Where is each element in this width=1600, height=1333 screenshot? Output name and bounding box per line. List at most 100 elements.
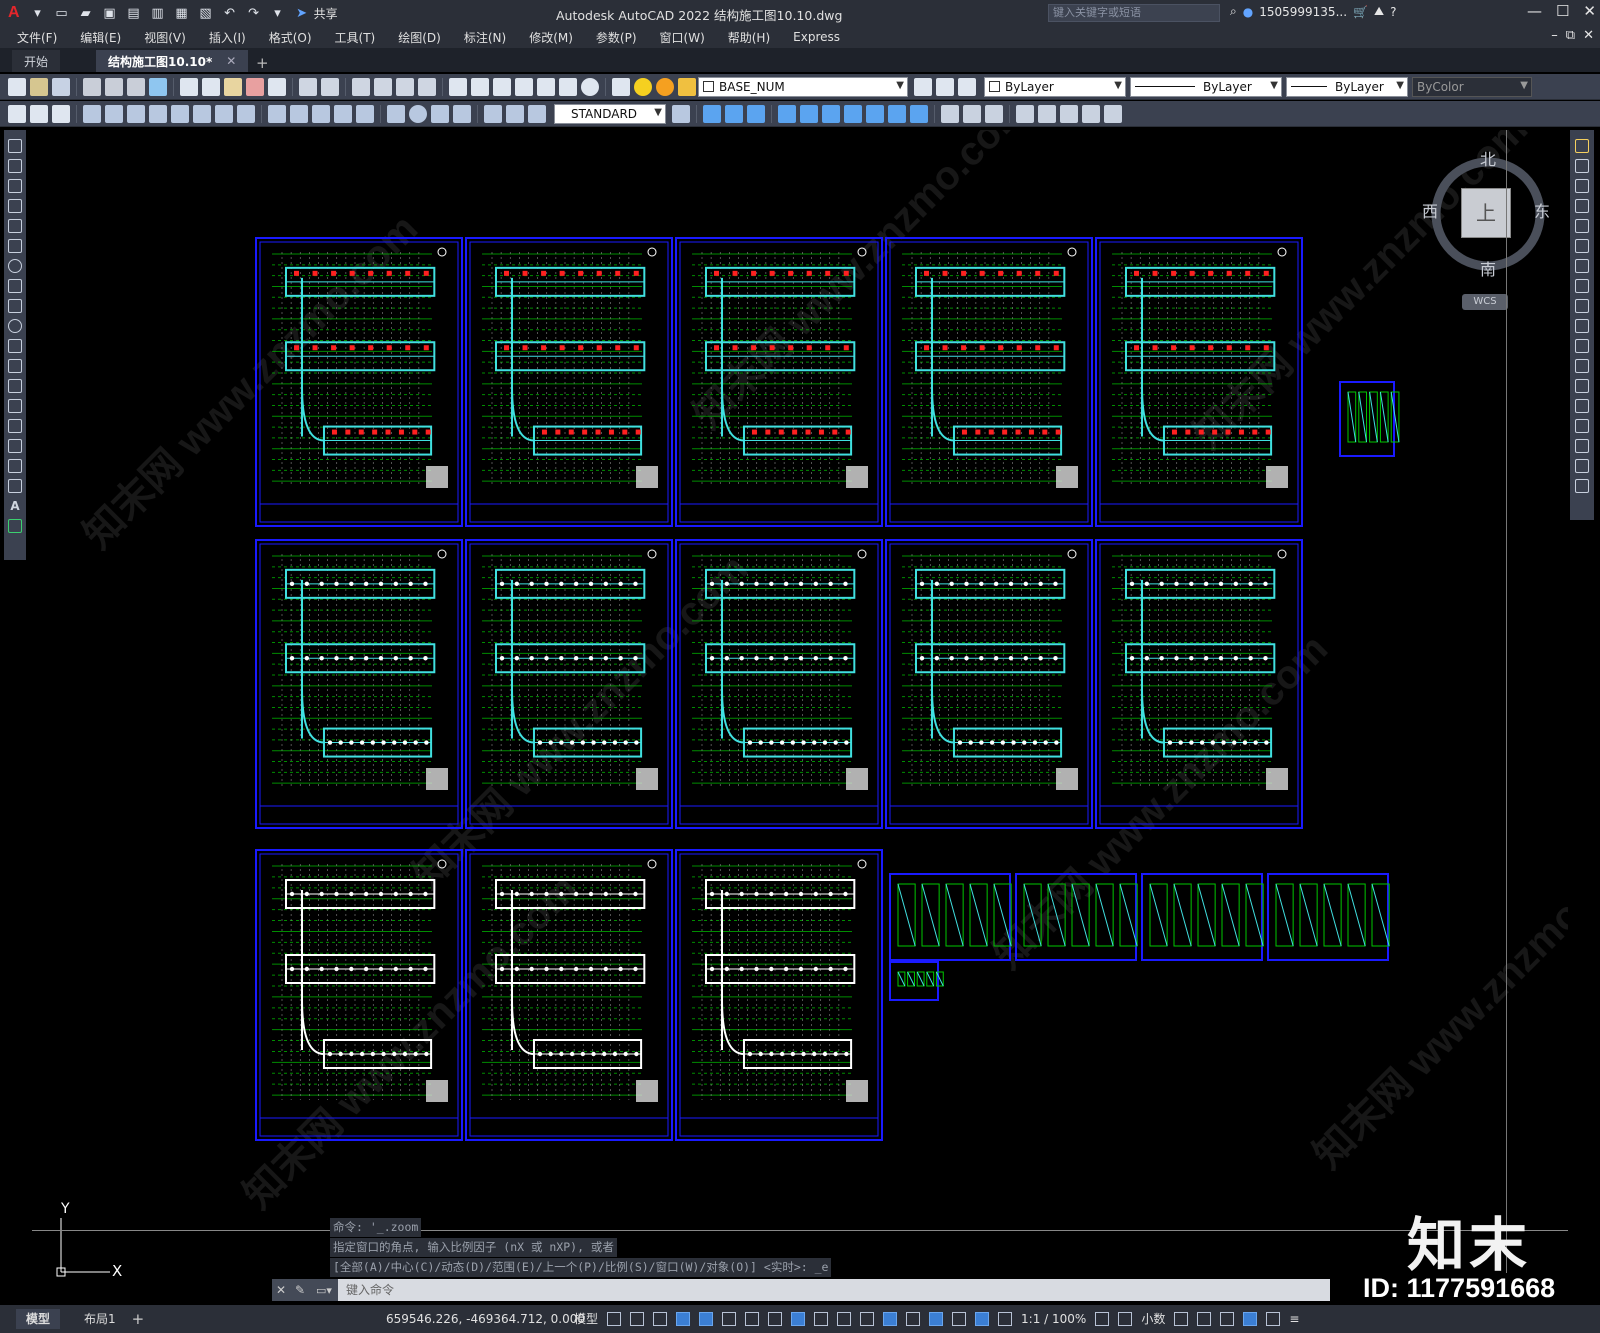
zoom-window-icon[interactable] [396, 77, 414, 96]
3d-sweep-icon[interactable] [910, 104, 928, 123]
layer-states-icon[interactable] [958, 77, 976, 96]
3d-pyramid-icon[interactable] [844, 104, 862, 123]
quick-properties-icon[interactable] [1174, 1311, 1189, 1326]
menu-draw[interactable]: 绘图(D) [398, 29, 441, 46]
snap-icon[interactable] [630, 1311, 645, 1326]
dim-edit-icon[interactable] [484, 104, 502, 123]
preview-icon[interactable] [105, 77, 123, 96]
autodesk-a360-icon[interactable]: ⛰ [1374, 4, 1384, 19]
plotstyle-dropdown[interactable]: ByColor ▼ [1412, 76, 1532, 97]
region-icon[interactable] [8, 459, 22, 473]
copy-object-icon[interactable] [1575, 159, 1589, 173]
undo-icon[interactable] [299, 77, 317, 96]
auto-scale-icon[interactable] [998, 1311, 1013, 1326]
hardware-acceleration-icon[interactable] [1243, 1311, 1258, 1326]
plot-icon[interactable]: ▧ [197, 4, 215, 22]
polygon-icon[interactable] [8, 199, 22, 213]
menu-help[interactable]: 帮助(H) [728, 29, 770, 46]
dynamic-ucs-icon[interactable] [906, 1311, 921, 1326]
layer-walk-icon[interactable] [52, 104, 70, 123]
lock-ui-icon[interactable] [1197, 1311, 1212, 1326]
layer-freeze-icon[interactable] [656, 77, 674, 96]
doc-close-icon[interactable]: ✕ [1583, 28, 1594, 43]
menu-edit[interactable]: 编辑(E) [80, 29, 121, 46]
doc-minimize-icon[interactable]: – [1551, 28, 1558, 43]
menu-insert[interactable]: 插入(I) [209, 29, 246, 46]
join-icon[interactable] [1575, 399, 1589, 413]
search-input[interactable]: 键入关键字或短语 [1048, 4, 1220, 22]
dim-ordinate-icon[interactable] [149, 104, 167, 123]
isolate-objects-icon[interactable] [1220, 1311, 1235, 1326]
dim-update-icon[interactable] [528, 104, 546, 123]
share-icon[interactable]: ➤ [293, 4, 311, 22]
copy-icon[interactable] [202, 77, 220, 96]
blend-curves-icon[interactable] [1575, 459, 1589, 473]
open-file-icon[interactable]: ▰ [77, 4, 95, 22]
gradient-icon[interactable] [8, 439, 22, 453]
annotation-scale[interactable]: 1:1 / 100% [1021, 1312, 1086, 1326]
app-logo-icon[interactable]: A [8, 4, 20, 22]
layer-tools-icon[interactable] [30, 104, 48, 123]
redo-icon[interactable] [321, 77, 339, 96]
3d-wedge-icon[interactable] [725, 104, 743, 123]
markup-icon[interactable] [537, 77, 555, 96]
dim-baseline-icon[interactable] [290, 104, 308, 123]
ellipse-arc-icon[interactable] [8, 339, 22, 353]
search-icon[interactable]: ⌕ [1230, 4, 1237, 19]
dimstyle-dropdown[interactable]: STANDARD ▼ [554, 103, 666, 124]
tab-model[interactable]: 模型 [16, 1309, 61, 1329]
wcs-menu[interactable]: WCS [1462, 294, 1508, 310]
scale-icon[interactable] [1575, 279, 1589, 293]
3d-revolve-icon[interactable] [888, 104, 906, 123]
command-input[interactable]: 键入命令 [338, 1279, 1330, 1301]
polar-icon[interactable] [722, 1311, 737, 1326]
clean-screen-icon[interactable] [1266, 1311, 1281, 1326]
grid-icon[interactable] [607, 1311, 622, 1326]
revcloud-icon[interactable] [8, 279, 22, 293]
doc-restore-icon[interactable]: ⧉ [1566, 28, 1575, 43]
ellipse-icon[interactable] [8, 319, 22, 333]
menu-tools[interactable]: 工具(T) [335, 29, 376, 46]
recent-commands-icon[interactable]: ▭▾ [310, 1284, 338, 1297]
make-current-icon[interactable] [914, 77, 932, 96]
trim-icon[interactable] [1575, 319, 1589, 333]
qnew-icon[interactable] [8, 77, 26, 96]
dynamic-input-icon[interactable] [676, 1311, 691, 1326]
paste-icon[interactable] [224, 77, 242, 96]
layer-previous-icon[interactable] [936, 77, 954, 96]
layer-dropdown[interactable]: BASE_NUM ▼ [698, 76, 908, 97]
dim-angular-icon[interactable] [237, 104, 255, 123]
stretch-icon[interactable] [1575, 299, 1589, 313]
3d-torus-icon[interactable] [822, 104, 840, 123]
app-menu-chevron-icon[interactable]: ▾ [29, 4, 47, 22]
tool-palettes-icon[interactable] [493, 77, 511, 96]
match-prop-icon[interactable] [246, 77, 264, 96]
user-area[interactable]: ⌕ ● 1505999135... 🛒 ⛰ ? [1230, 4, 1396, 19]
union-icon[interactable] [941, 104, 959, 123]
dim-space-icon[interactable] [334, 104, 352, 123]
dim-jogged-icon[interactable] [193, 104, 211, 123]
dim-radius-icon[interactable] [171, 104, 189, 123]
hatch-icon[interactable] [8, 419, 22, 433]
quick-dim-icon[interactable] [268, 104, 286, 123]
sheet-set-icon[interactable] [515, 77, 533, 96]
menu-file[interactable]: 文件(F) [17, 29, 57, 46]
dim-arc-icon[interactable] [127, 104, 145, 123]
maximize-icon[interactable]: ☐ [1556, 2, 1569, 20]
3d-cylinder-icon[interactable] [800, 104, 818, 123]
extend-icon[interactable] [1575, 339, 1589, 353]
undo-icon[interactable]: ↶ [221, 4, 239, 22]
selection-cycling-icon[interactable] [860, 1311, 875, 1326]
tab-start[interactable]: 开始 [12, 50, 61, 72]
3d-cone-icon[interactable] [747, 104, 765, 123]
menu-dimension[interactable]: 标注(N) [464, 29, 506, 46]
dim-aligned-icon[interactable] [105, 104, 123, 123]
model-space-button[interactable]: 模型 [574, 1310, 598, 1327]
isodraft-icon[interactable] [745, 1311, 760, 1326]
linetype-dropdown[interactable]: ByLayer ▼ [1130, 76, 1282, 97]
explode-icon[interactable] [1575, 479, 1589, 493]
viewcube-top-face[interactable]: 上 [1461, 188, 1511, 238]
object-snap-icon[interactable] [791, 1311, 806, 1326]
3dprint-icon[interactable] [149, 77, 167, 96]
3d-extrude-icon[interactable] [866, 104, 884, 123]
